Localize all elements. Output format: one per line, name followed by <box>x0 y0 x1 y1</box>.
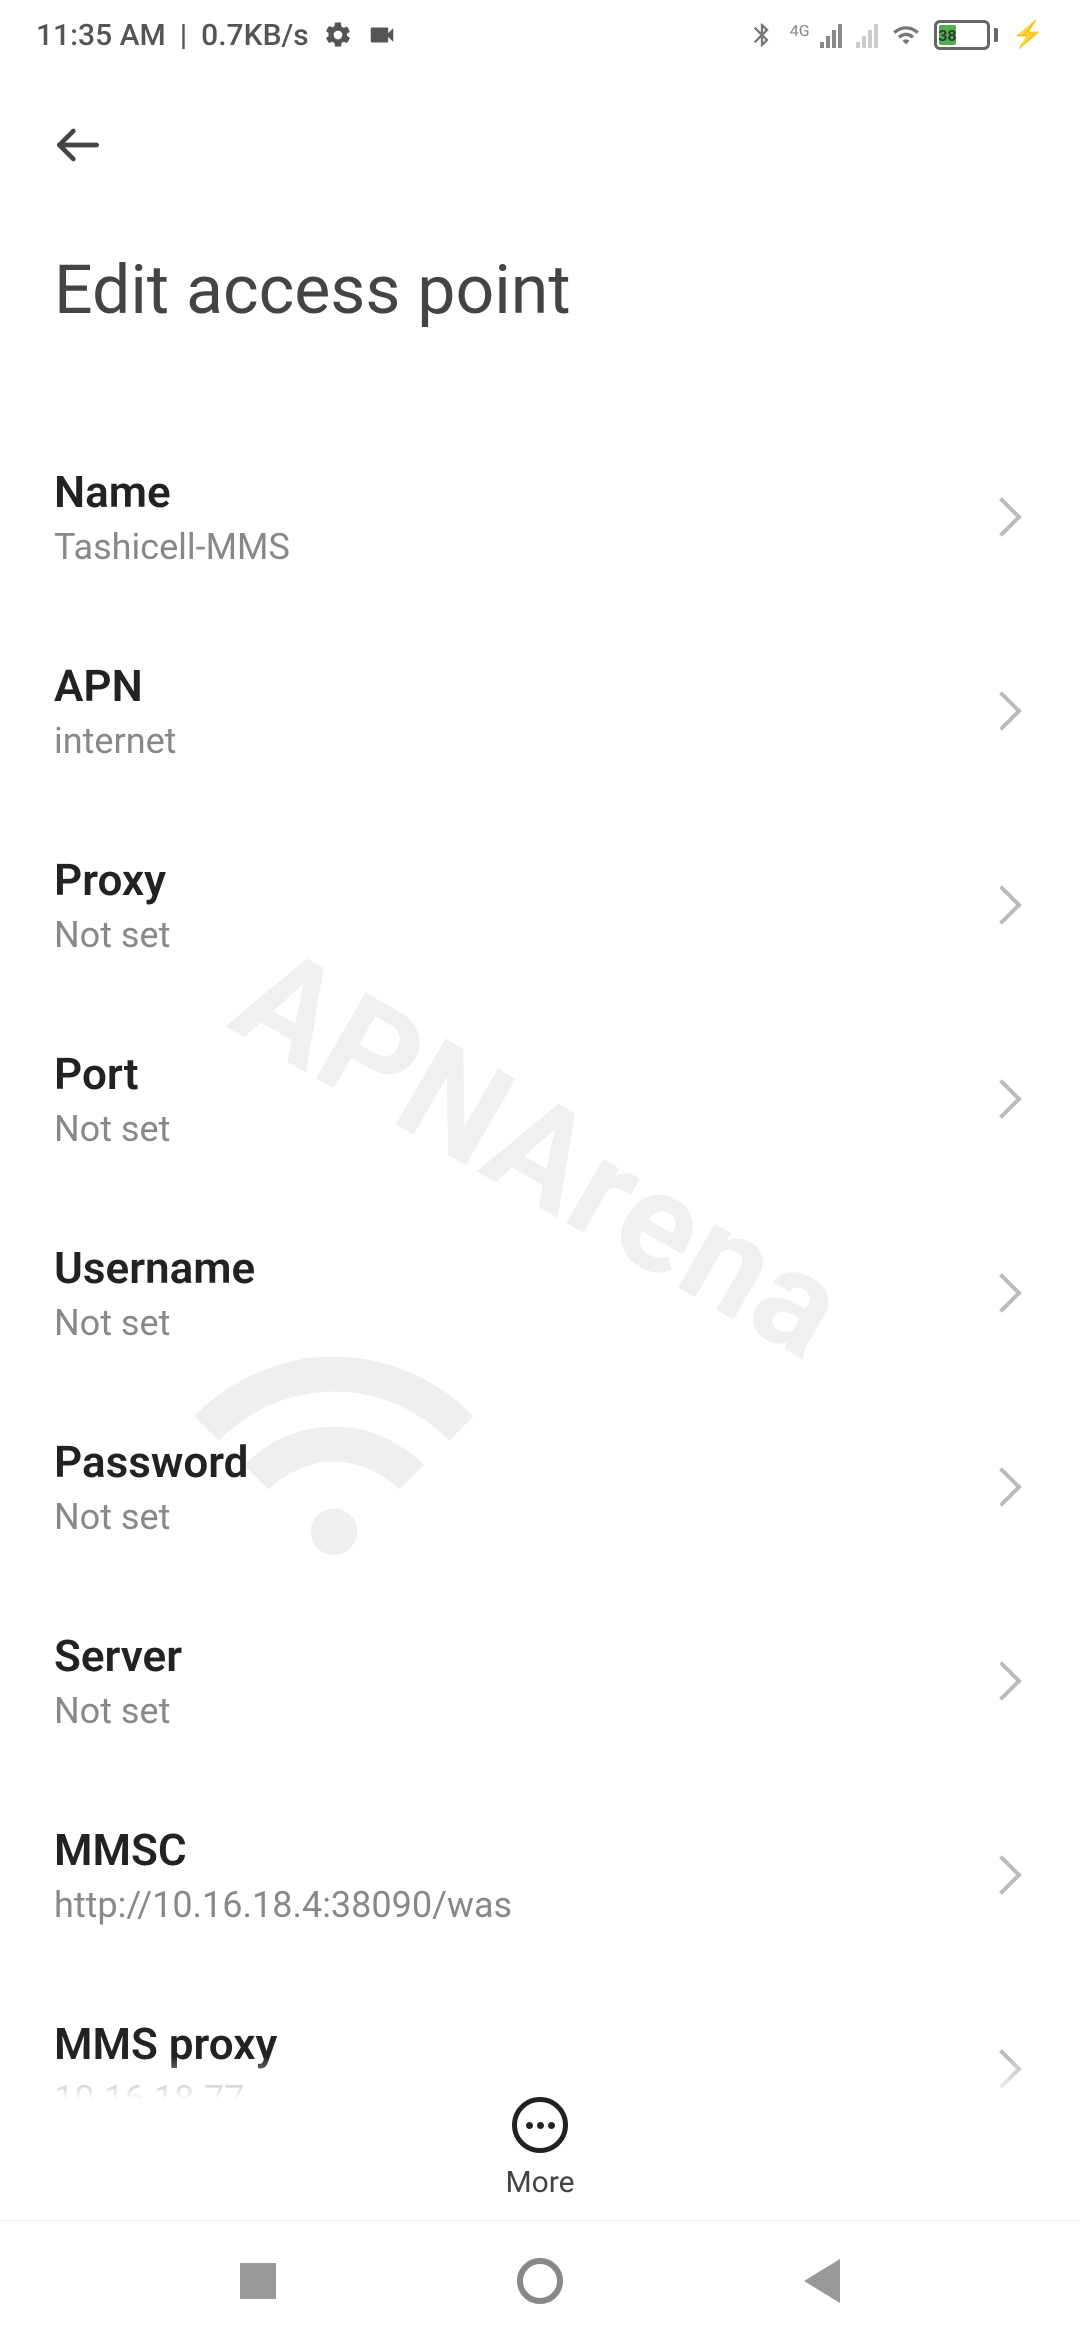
status-time: 11:35 AM <box>36 18 166 53</box>
chevron-right-icon <box>982 1273 1022 1313</box>
back-arrow-icon <box>50 117 106 173</box>
chevron-right-icon <box>982 1079 1022 1119</box>
setting-row-password[interactable]: Password Not set <box>0 1390 1080 1584</box>
more-button[interactable]: More <box>0 2057 1080 2200</box>
status-bar: 11:35 AM | 0.7KB/s 4G 38 ⚡ <box>0 0 1080 70</box>
setting-row-mmsc[interactable]: MMSC http://10.16.18.4:38090/was <box>0 1778 1080 1972</box>
setting-row-name[interactable]: Name Tashicell-MMS <box>0 420 1080 614</box>
nav-home-button[interactable] <box>517 2258 563 2304</box>
signal-sim1-icon <box>820 22 842 48</box>
setting-row-username[interactable]: Username Not set <box>0 1196 1080 1390</box>
back-button[interactable] <box>50 110 120 180</box>
signal-sim2-icon <box>856 22 878 48</box>
status-data-rate: 0.7KB/s <box>201 18 308 53</box>
setting-value: Tashicell-MMS <box>54 526 290 568</box>
chevron-right-icon <box>982 885 1022 925</box>
setting-label: Server <box>54 1630 182 1682</box>
signal-4g-label: 4G <box>790 21 810 40</box>
setting-label: Password <box>54 1436 248 1488</box>
setting-label: APN <box>54 660 176 712</box>
chevron-right-icon <box>982 691 1022 731</box>
setting-row-server[interactable]: Server Not set <box>0 1584 1080 1778</box>
setting-value: Not set <box>54 1690 182 1732</box>
gear-icon <box>323 20 353 50</box>
settings-list: Name Tashicell-MMS APN internet Proxy No… <box>0 420 1080 2180</box>
chevron-right-icon <box>982 1855 1022 1895</box>
charging-icon: ⚡ <box>1012 20 1044 50</box>
nav-back-button[interactable] <box>804 2259 840 2303</box>
setting-row-port[interactable]: Port Not set <box>0 1002 1080 1196</box>
page-title: Edit access point <box>0 200 1080 420</box>
more-icon <box>512 2097 568 2153</box>
setting-value: http://10.16.18.4:38090/was <box>54 1884 512 1926</box>
status-separator: | <box>180 18 187 53</box>
setting-value: Not set <box>54 914 170 956</box>
nav-recents-button[interactable] <box>240 2263 276 2299</box>
setting-label: Username <box>54 1242 255 1294</box>
setting-value: internet <box>54 720 176 762</box>
chevron-right-icon <box>982 497 1022 537</box>
setting-label: Proxy <box>54 854 170 906</box>
system-nav-bar <box>0 2220 1080 2340</box>
setting-row-apn[interactable]: APN internet <box>0 614 1080 808</box>
camera-icon <box>367 20 397 50</box>
setting-label: MMSC <box>54 1824 512 1876</box>
setting-row-proxy[interactable]: Proxy Not set <box>0 808 1080 1002</box>
setting-label: Port <box>54 1048 170 1100</box>
battery-percent: 38 <box>938 26 956 45</box>
setting-value: Not set <box>54 1108 170 1150</box>
wifi-icon <box>892 21 920 49</box>
bluetooth-icon <box>748 21 776 49</box>
setting-value: Not set <box>54 1302 255 1344</box>
more-label: More <box>505 2165 574 2200</box>
chevron-right-icon <box>982 1467 1022 1507</box>
setting-label: Name <box>54 466 290 518</box>
battery-indicator: 38 <box>934 20 998 50</box>
chevron-right-icon <box>982 1661 1022 1701</box>
setting-value: Not set <box>54 1496 248 1538</box>
